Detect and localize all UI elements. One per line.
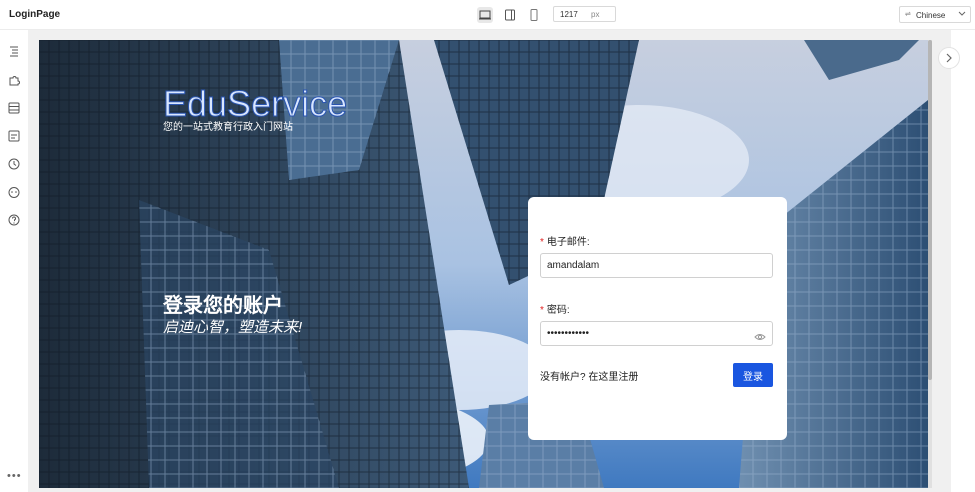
password-field[interactable]: •••••••••••• [540,321,773,346]
language-value: Chinese [916,11,946,20]
right-panel-strip [951,30,975,492]
mobile-icon[interactable] [526,7,542,23]
translate-icon: ⇌ [905,11,911,18]
hero-section: EduService 您的一站式教育行政入门网站 登录您的账户 启迪心智，塑造未… [39,40,928,488]
left-sidebar [0,30,28,492]
width-unit: px [591,10,600,19]
width-value: 1217 [560,10,578,19]
email-field[interactable]: amandalam [540,253,773,278]
email-label: * 电子邮件: [540,233,590,248]
tablet-icon[interactable] [502,7,518,23]
eye-icon[interactable] [754,328,766,351]
password-label-text: 密码: [546,305,570,316]
hero-title: 登录您的账户 [163,295,283,317]
password-label: * 密码: [540,301,570,316]
required-mark: * [540,237,544,248]
email-value: amandalam [547,260,600,271]
more-icon[interactable]: ••• [7,470,22,482]
app-title: LoginPage [9,9,61,20]
language-select[interactable]: ⇌ Chinese [899,6,971,23]
bot-icon[interactable] [7,185,21,199]
email-label-text: 电子邮件: [546,237,590,248]
help-icon[interactable] [7,213,21,227]
brand-tagline: 您的一站式教育行政入门网站 [163,122,293,133]
login-button[interactable]: 登录 [733,363,773,387]
signup-link[interactable]: 没有帐户? 在这里注册 [540,368,638,383]
login-card: * 电子邮件: amandalam * 密码: •••••••••••• 没有帐户?… [528,197,787,440]
media-icon[interactable] [7,129,21,143]
hero-subtitle: 启迪心智，塑造未来! [163,319,303,336]
width-input[interactable]: 1217 px [553,6,616,22]
puzzle-icon[interactable] [7,73,21,87]
top-toolbar: LoginPage 1217 px ⇌ Chinese [0,0,975,30]
desktop-icon[interactable] [477,7,493,23]
database-icon[interactable] [7,101,21,115]
password-value: •••••••••••• [547,328,590,339]
brand-logo: EduService [162,83,348,124]
scrollbar-thumb[interactable] [928,40,932,380]
history-icon[interactable] [7,157,21,171]
required-mark: * [540,305,544,316]
chevron-right-icon[interactable] [938,47,960,69]
chevron-down-icon [958,9,966,19]
outline-icon[interactable] [7,44,21,58]
